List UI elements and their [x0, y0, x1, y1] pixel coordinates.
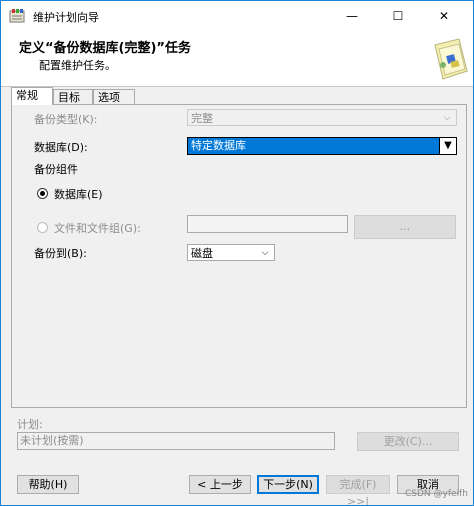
finish-button[interactable]: 完成(F) >>| — [326, 475, 390, 505]
database-value: 特定数据库 — [191, 139, 246, 152]
backup-type-label: 备份类型(K): — [34, 113, 98, 126]
wizard-window: 维护计划向导 — ☐ ✕ 定义“备份数据库(完整)”任务 配置维护任务。 常规 … — [0, 0, 474, 506]
database-select[interactable]: 特定数据库 ▼ — [187, 137, 457, 155]
tab-destination[interactable]: 目标 — [53, 89, 93, 105]
close-button[interactable]: ✕ — [421, 1, 467, 31]
radio-database-label: 数据库(E) — [54, 188, 103, 201]
tab-general[interactable]: 常规 — [11, 87, 53, 105]
radio-database[interactable] — [37, 188, 48, 199]
wizard-header: 定义“备份数据库(完整)”任务 配置维护任务。 — [1, 31, 473, 87]
help-button[interactable]: 帮助(H) — [17, 475, 79, 494]
radio-files-filegroups[interactable] — [37, 222, 48, 233]
files-filegroups-field[interactable] — [187, 215, 348, 233]
chevron-down-icon: ▼ — [439, 138, 456, 154]
backup-component-label: 备份组件 — [34, 163, 78, 176]
page-title: 定义“备份数据库(完整)”任务 — [19, 41, 191, 56]
maintenance-plan-icon — [9, 9, 25, 23]
backup-to-label: 备份到(B): — [34, 247, 87, 260]
backup-type-value: 完整 — [191, 112, 213, 125]
watermark-text: CSDN @yfeifh — [405, 489, 468, 499]
wizard-banner-icon — [434, 38, 468, 80]
schedule-label: 计划: — [17, 418, 43, 431]
previous-button[interactable]: < 上一步 — [189, 475, 251, 494]
files-browse-button[interactable]: ... — [354, 215, 456, 239]
database-label: 数据库(D): — [34, 141, 88, 154]
tab-options[interactable]: 选项 — [93, 89, 135, 105]
backup-to-value: 磁盘 — [191, 247, 213, 260]
close-icon: ✕ — [438, 9, 450, 23]
minimize-button[interactable]: — — [329, 1, 375, 31]
maximize-button[interactable]: ☐ — [375, 1, 421, 31]
minimize-icon: — — [346, 9, 358, 23]
next-button[interactable]: 下一步(N) — [257, 475, 319, 494]
change-schedule-button[interactable]: 更改(C)... — [357, 432, 459, 451]
radio-files-label: 文件和文件组(G): — [54, 222, 141, 235]
chevron-down-icon: ⌵ — [443, 113, 451, 123]
backup-type-select[interactable]: 完整 ⌵ — [187, 109, 457, 126]
maximize-icon: ☐ — [392, 9, 404, 23]
title-bar: 维护计划向导 — ☐ ✕ — [1, 1, 473, 31]
chevron-down-icon: ⌵ — [261, 248, 269, 258]
page-subtitle: 配置维护任务。 — [39, 59, 116, 72]
general-tab-panel: 备份类型(K): 完整 ⌵ 数据库(D): 特定数据库 ▼ 备份组件 数据库(E… — [11, 104, 467, 408]
window-title: 维护计划向导 — [33, 11, 99, 24]
backup-to-select[interactable]: 磁盘 ⌵ — [187, 244, 275, 261]
schedule-field: 未计划(按需) — [17, 432, 335, 450]
